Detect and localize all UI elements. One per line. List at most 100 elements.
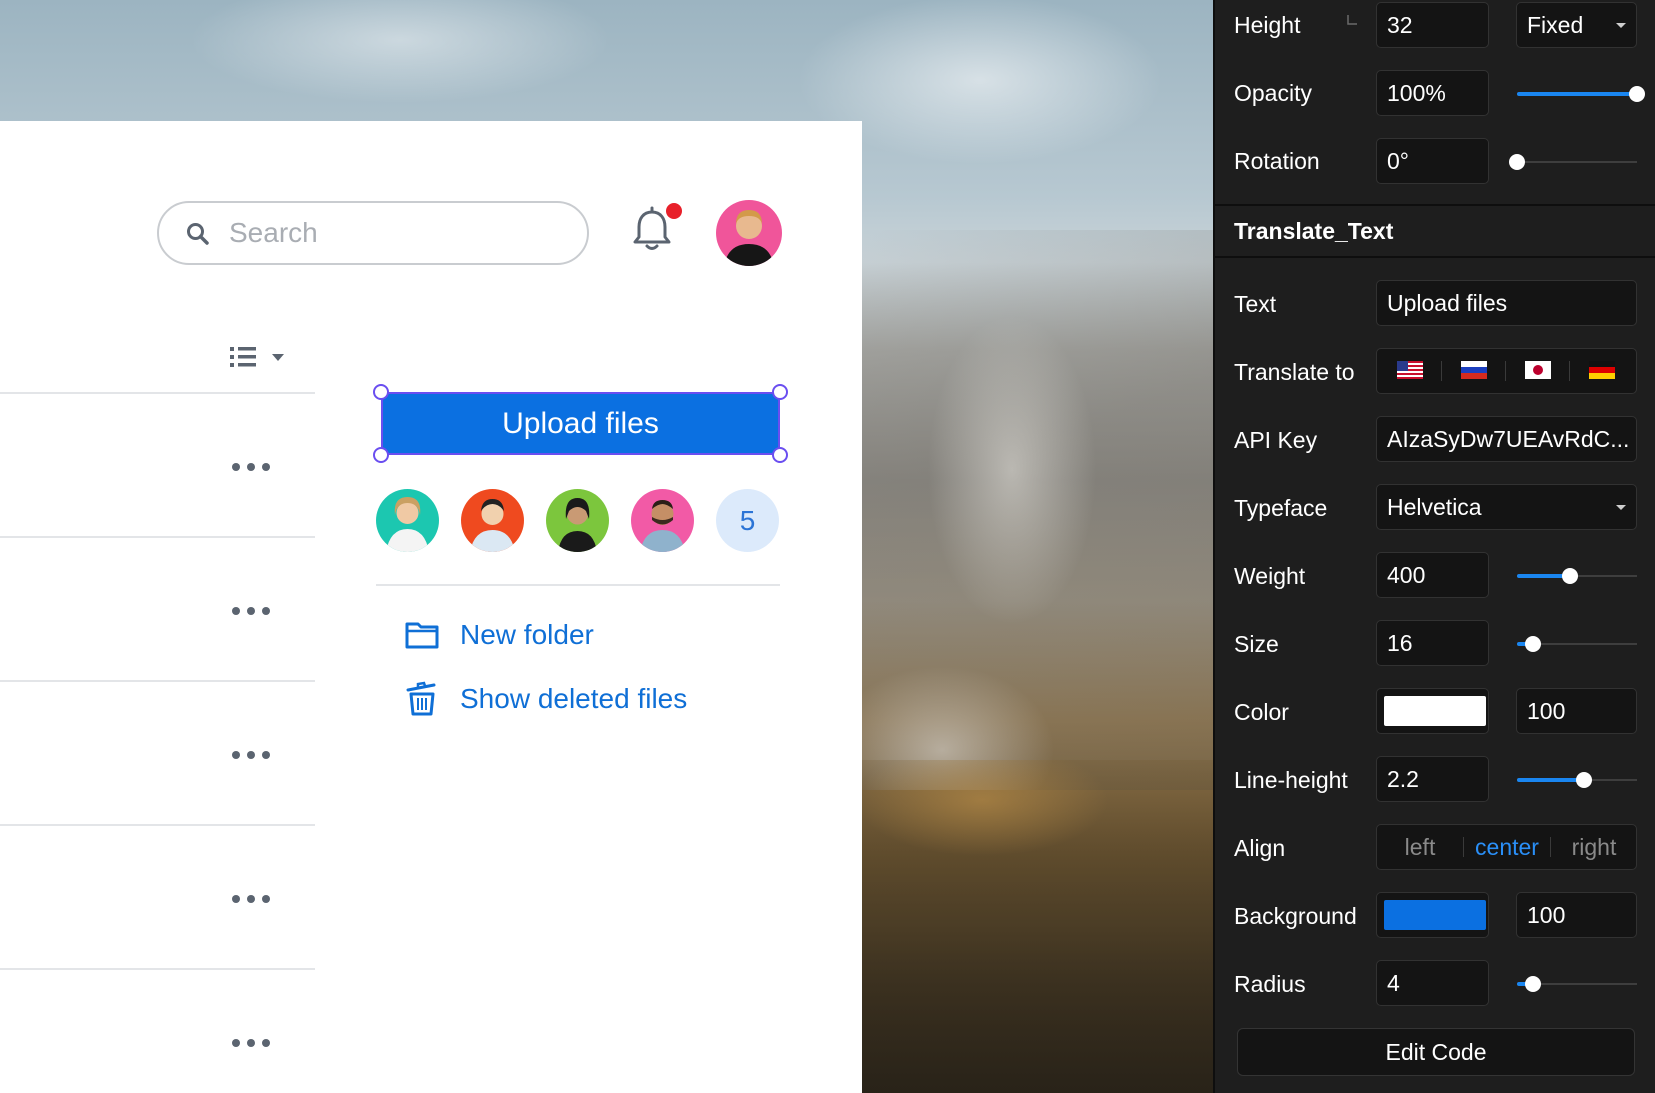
radius-slider[interactable] xyxy=(1517,974,1637,994)
resize-handle-bottom-left[interactable] xyxy=(373,447,389,463)
member-avatar[interactable] xyxy=(461,489,524,552)
rotation-input[interactable]: 0° xyxy=(1376,138,1489,184)
folder-icon xyxy=(405,622,439,649)
weight-input[interactable]: 400 xyxy=(1376,552,1489,598)
rotation-slider-knob[interactable] xyxy=(1509,154,1525,170)
height-input[interactable]: 32 xyxy=(1376,2,1489,48)
notification-dot xyxy=(666,203,682,219)
flag-separator xyxy=(1569,361,1570,381)
panel-divider xyxy=(1215,204,1655,206)
file-browser-card: Upload files 5 New folder Show deleted f xyxy=(0,121,862,1093)
height-label: Height xyxy=(1234,12,1301,38)
height-mode-select[interactable]: Fixed xyxy=(1516,2,1637,48)
size-label: Size xyxy=(1234,631,1279,657)
jp-flag-icon[interactable] xyxy=(1525,361,1551,379)
search-icon xyxy=(187,223,209,245)
new-folder-action[interactable]: New folder xyxy=(404,615,594,655)
row-divider xyxy=(0,536,315,538)
section-divider xyxy=(376,584,780,586)
resize-handle-top-left[interactable] xyxy=(373,384,389,400)
show-deleted-files-action[interactable]: Show deleted files xyxy=(404,679,687,719)
color-label: Color xyxy=(1234,699,1289,725)
line-height-slider-knob[interactable] xyxy=(1576,772,1593,788)
typeface-label: Typeface xyxy=(1234,495,1328,521)
flag-separator xyxy=(1441,361,1442,381)
row-menu-icon[interactable] xyxy=(230,604,272,616)
forest-photo-area xyxy=(862,760,1213,1093)
row-menu-icon[interactable] xyxy=(230,748,272,760)
row-menu-icon[interactable] xyxy=(230,1036,272,1048)
align-left-option[interactable]: left xyxy=(1377,825,1463,869)
color-opacity-input[interactable]: 100 xyxy=(1516,688,1637,734)
size-input[interactable]: 16 xyxy=(1376,620,1489,666)
background-swatch xyxy=(1384,900,1486,930)
typeface-select[interactable]: Helvetica xyxy=(1376,484,1637,530)
panel-divider xyxy=(1215,256,1655,258)
background-label: Background xyxy=(1234,903,1357,929)
opacity-input[interactable]: 100% xyxy=(1376,70,1489,116)
radius-label: Radius xyxy=(1234,971,1306,997)
more-members-count[interactable]: 5 xyxy=(716,489,779,552)
size-slider-knob[interactable] xyxy=(1524,636,1541,652)
weight-label: Weight xyxy=(1234,563,1306,589)
row-divider xyxy=(0,680,315,682)
row-menu-icon[interactable] xyxy=(230,460,272,472)
section-title: Translate_Text xyxy=(1234,218,1394,244)
member-avatar[interactable] xyxy=(546,489,609,552)
chevron-down-icon xyxy=(1616,505,1626,510)
member-avatar[interactable] xyxy=(631,489,694,552)
text-label: Text xyxy=(1234,291,1277,317)
align-right-option[interactable]: right xyxy=(1551,825,1636,869)
flag-separator xyxy=(1505,361,1506,381)
row-divider xyxy=(0,824,315,826)
row-menu-icon[interactable] xyxy=(230,892,272,904)
de-flag-icon[interactable] xyxy=(1589,361,1615,379)
translate-flags xyxy=(1376,348,1637,394)
radius-input[interactable]: 4 xyxy=(1376,960,1489,1006)
row-divider xyxy=(0,968,315,970)
upload-files-button[interactable]: Upload files xyxy=(381,392,780,455)
constraint-icon xyxy=(1347,15,1357,25)
api-key-input[interactable]: AIzaSyDw7UEAvRdC... xyxy=(1376,416,1637,462)
radius-slider-knob[interactable] xyxy=(1524,976,1541,992)
opacity-slider-knob[interactable] xyxy=(1629,86,1645,102)
chevron-down-icon xyxy=(1616,23,1626,28)
member-avatar[interactable] xyxy=(376,489,439,552)
rotation-label: Rotation xyxy=(1234,148,1320,174)
align-segmented-control: left center right xyxy=(1376,824,1637,870)
translate-to-label: Translate to xyxy=(1234,359,1355,385)
api-key-label: API Key xyxy=(1234,427,1318,453)
color-swatch xyxy=(1384,696,1486,726)
size-slider[interactable] xyxy=(1517,634,1637,654)
row-divider xyxy=(0,392,315,394)
background-swatch-field[interactable] xyxy=(1376,892,1489,938)
line-height-input[interactable]: 2.2 xyxy=(1376,756,1489,802)
text-input[interactable]: Upload files xyxy=(1376,280,1637,326)
align-label: Align xyxy=(1234,835,1286,861)
search-bar[interactable] xyxy=(157,201,589,265)
ru-flag-icon[interactable] xyxy=(1461,361,1487,379)
rotation-slider[interactable] xyxy=(1509,152,1637,172)
color-swatch-field[interactable] xyxy=(1376,688,1489,734)
resize-handle-bottom-right[interactable] xyxy=(772,447,788,463)
typeface-value: Helvetica xyxy=(1387,493,1482,520)
new-folder-label: New folder xyxy=(460,619,594,650)
resize-handle-top-right[interactable] xyxy=(772,384,788,400)
us-flag-icon[interactable] xyxy=(1397,361,1423,379)
align-center-option[interactable]: center xyxy=(1464,825,1550,869)
list-view-toggle[interactable] xyxy=(230,345,290,371)
line-height-slider[interactable] xyxy=(1517,770,1637,790)
edit-code-button[interactable]: Edit Code xyxy=(1237,1028,1635,1076)
show-deleted-files-label: Show deleted files xyxy=(460,683,688,714)
background-opacity-input[interactable]: 100 xyxy=(1516,892,1637,938)
inspector-panel: Height 32 Fixed Opacity 100% Rotation 0°… xyxy=(1213,0,1655,1093)
weight-slider[interactable] xyxy=(1517,566,1637,586)
trash-icon xyxy=(406,681,436,716)
search-input[interactable] xyxy=(229,215,569,251)
mountain-photo-area xyxy=(862,230,1213,790)
opacity-label: Opacity xyxy=(1234,80,1312,106)
opacity-slider[interactable] xyxy=(1517,84,1645,104)
weight-slider-knob[interactable] xyxy=(1561,568,1578,584)
user-avatar[interactable] xyxy=(716,200,782,266)
line-height-label: Line-height xyxy=(1234,767,1348,793)
